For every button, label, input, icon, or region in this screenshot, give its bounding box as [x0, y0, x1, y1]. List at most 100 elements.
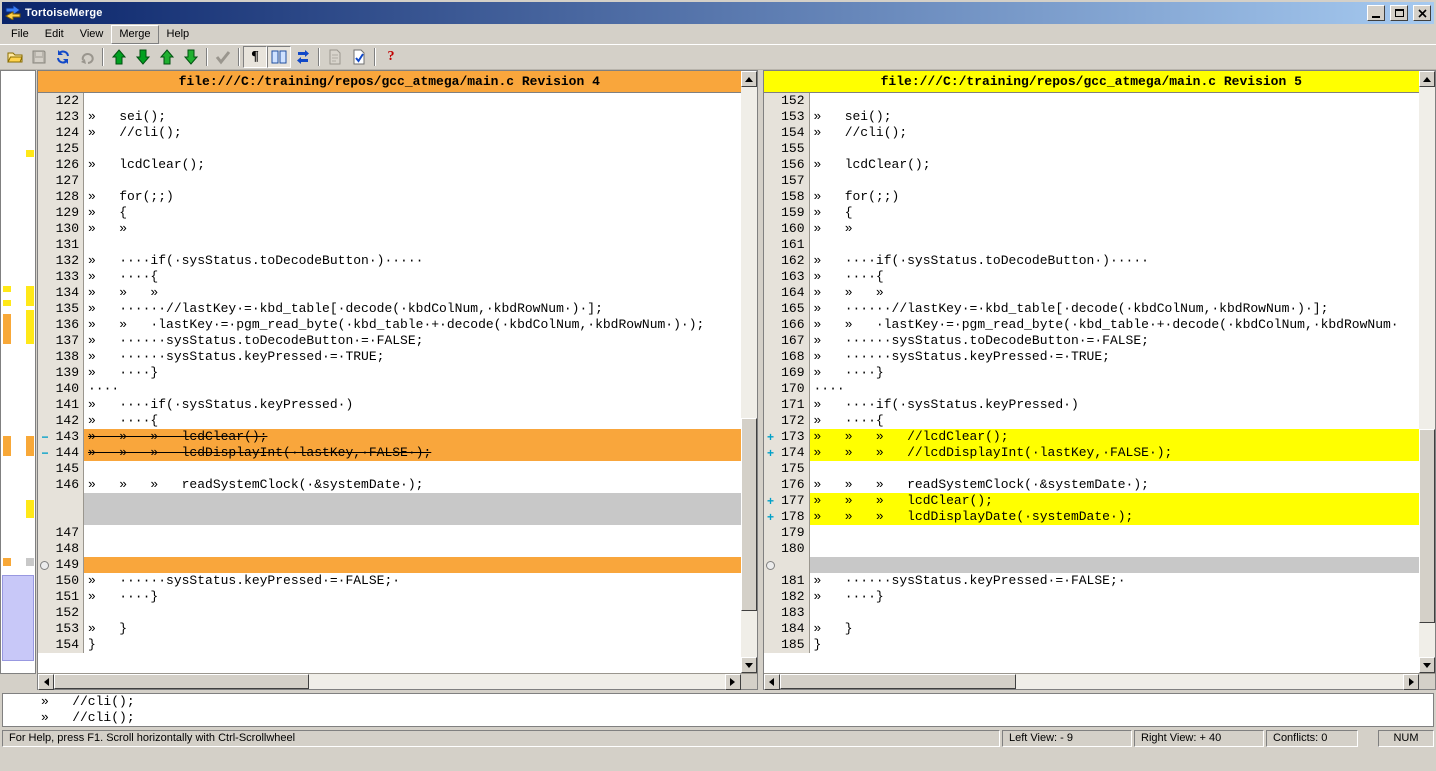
code-line[interactable]: 184» } — [764, 621, 1420, 637]
menu-merge[interactable]: Merge — [111, 25, 158, 44]
prev-conflict-button[interactable] — [155, 46, 179, 68]
right-code-area[interactable]: 152153» sei();154» //cli();155156» lcdCl… — [764, 93, 1420, 673]
code-line[interactable]: 140···· — [38, 381, 741, 397]
open-button[interactable] — [3, 46, 27, 68]
scrollbar-track[interactable] — [780, 674, 1404, 689]
code-line[interactable]: 163» ····{ — [764, 269, 1420, 285]
scroll-left-button[interactable] — [38, 674, 54, 690]
code-line[interactable]: 136» » ·lastKey·=·pgm_read_byte(·kbd_tab… — [38, 317, 741, 333]
code-line[interactable]: 153» sei(); — [764, 109, 1420, 125]
diff-locator-bar[interactable] — [0, 70, 36, 674]
code-line[interactable]: 182» ····} — [764, 589, 1420, 605]
code-line[interactable]: 130» » — [38, 221, 741, 237]
code-line[interactable]: 171» ····if(·sysStatus.keyPressed·) — [764, 397, 1420, 413]
code-line[interactable]: 181» ······sysStatus.keyPressed·=·FALSE;… — [764, 573, 1420, 589]
code-line[interactable]: 141» ····if(·sysStatus.keyPressed·) — [38, 397, 741, 413]
save-button[interactable] — [27, 46, 51, 68]
next-conflict-button[interactable] — [179, 46, 203, 68]
scroll-right-button[interactable] — [725, 674, 741, 690]
switch-views-button[interactable] — [291, 46, 315, 68]
code-line[interactable]: 170···· — [764, 381, 1420, 397]
menu-view[interactable]: View — [72, 25, 112, 44]
mark-resolved-button[interactable] — [211, 46, 235, 68]
code-line[interactable]: 152 — [764, 93, 1420, 109]
code-line[interactable]: 133» ····{ — [38, 269, 741, 285]
code-line[interactable]: 172» ····{ — [764, 413, 1420, 429]
code-line[interactable]: 165» ······//lastKey·=·kbd_table[·decode… — [764, 301, 1420, 317]
code-line[interactable]: 179 — [764, 525, 1420, 541]
scrollbar-thumb[interactable] — [54, 674, 309, 689]
code-line[interactable]: 175 — [764, 461, 1420, 477]
code-line[interactable]: 126» lcdClear(); — [38, 157, 741, 173]
code-line[interactable]: 167» ······sysStatus.toDecodeButton·=·FA… — [764, 333, 1420, 349]
code-line[interactable]: 147 — [38, 525, 741, 541]
scroll-up-button[interactable] — [741, 71, 757, 87]
code-line[interactable]: 146» » » readSystemClock(·&systemDate·); — [38, 477, 741, 493]
code-line[interactable]: 138» ······sysStatus.keyPressed·=·TRUE; — [38, 349, 741, 365]
code-line[interactable]: 124» //cli(); — [38, 125, 741, 141]
code-line[interactable]: 135» ······//lastKey·=·kbd_table[·decode… — [38, 301, 741, 317]
scrollbar-track[interactable] — [741, 87, 757, 657]
scrollbar-track[interactable] — [1419, 87, 1435, 657]
locator-viewport[interactable] — [2, 575, 34, 661]
code-line[interactable]: 125 — [38, 141, 741, 157]
code-line[interactable]: 134» » » — [38, 285, 741, 301]
scrollbar-thumb[interactable] — [780, 674, 1017, 689]
code-line[interactable]: 128» for(;;) — [38, 189, 741, 205]
code-line[interactable]: 148 — [38, 541, 741, 557]
close-button[interactable] — [1413, 5, 1431, 21]
code-line[interactable]: 169» ····} — [764, 365, 1420, 381]
code-line[interactable]: 166» » ·lastKey·=·pgm_read_byte(·kbd_tab… — [764, 317, 1420, 333]
code-line[interactable]: 151» ····} — [38, 589, 741, 605]
scroll-right-button[interactable] — [1403, 674, 1419, 690]
two-pane-view-button[interactable] — [267, 46, 291, 68]
menu-edit[interactable]: Edit — [37, 25, 72, 44]
code-line[interactable]: 139» ····} — [38, 365, 741, 381]
code-line[interactable]: 131 — [38, 237, 741, 253]
code-line[interactable]: 137» ······sysStatus.toDecodeButton·=·FA… — [38, 333, 741, 349]
titlebar[interactable]: TortoiseMerge — [2, 2, 1434, 24]
code-line[interactable]: 164» » » — [764, 285, 1420, 301]
undo-button[interactable] — [75, 46, 99, 68]
scroll-left-button[interactable] — [764, 674, 780, 690]
prev-difference-button[interactable] — [107, 46, 131, 68]
code-line[interactable]: +173» » » //lcdClear(); — [764, 429, 1420, 445]
code-line[interactable]: 154» //cli(); — [764, 125, 1420, 141]
code-line[interactable]: 160» » — [764, 221, 1420, 237]
code-line[interactable]: +177» » » lcdClear(); — [764, 493, 1420, 509]
left-horizontal-scrollbar[interactable] — [38, 674, 741, 689]
maximize-button[interactable] — [1390, 5, 1408, 21]
code-line[interactable]: 158» for(;;) — [764, 189, 1420, 205]
code-line[interactable]: 183 — [764, 605, 1420, 621]
code-line[interactable]: 155 — [764, 141, 1420, 157]
code-line[interactable]: 156» lcdClear(); — [764, 157, 1420, 173]
left-vertical-scrollbar[interactable] — [741, 71, 757, 673]
code-line[interactable]: 162» ····if(·sysStatus.toDecodeButton·)·… — [764, 253, 1420, 269]
next-difference-button[interactable] — [131, 46, 155, 68]
scrollbar-thumb[interactable] — [1419, 429, 1435, 623]
code-line[interactable]: 142» ····{ — [38, 413, 741, 429]
code-line[interactable]: 122 — [38, 93, 741, 109]
edit-mode-button[interactable] — [347, 46, 371, 68]
code-line[interactable]: 123» sei(); — [38, 109, 741, 125]
right-vertical-scrollbar[interactable] — [1419, 71, 1435, 673]
code-line[interactable]: 154} — [38, 637, 741, 653]
filler-row[interactable] — [38, 509, 741, 525]
code-line[interactable]: 168» ······sysStatus.keyPressed·=·TRUE; — [764, 349, 1420, 365]
show-whitespace-button[interactable]: ¶ — [243, 46, 267, 68]
filler-row[interactable] — [764, 557, 1420, 573]
help-button[interactable]: ? — [379, 46, 403, 68]
filler-row[interactable] — [38, 493, 741, 509]
code-line[interactable]: 176» » » readSystemClock(·&systemDate·); — [764, 477, 1420, 493]
scrollbar-thumb[interactable] — [741, 418, 757, 612]
menu-file[interactable]: File — [3, 25, 37, 44]
code-line[interactable]: 129» { — [38, 205, 741, 221]
code-line[interactable]: −143» » » lcdClear(); — [38, 429, 741, 445]
code-line[interactable]: 180 — [764, 541, 1420, 557]
code-line[interactable]: 153» } — [38, 621, 741, 637]
code-line[interactable]: 161 — [764, 237, 1420, 253]
code-line[interactable]: −144» » » lcdDisplayInt(·lastKey,·FALSE·… — [38, 445, 741, 461]
code-line[interactable]: 159» { — [764, 205, 1420, 221]
code-line[interactable]: +178» » » lcdDisplayDate(·systemDate·); — [764, 509, 1420, 525]
code-line[interactable]: 185} — [764, 637, 1420, 653]
